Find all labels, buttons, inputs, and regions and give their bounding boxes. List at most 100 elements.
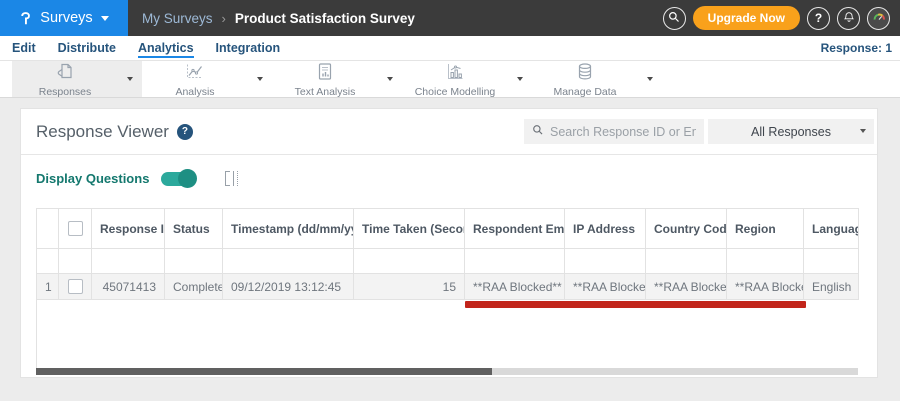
tab-distribute[interactable]: Distribute (58, 41, 116, 55)
col-header-select[interactable] (58, 208, 92, 249)
cell-rownum: 1 (36, 273, 59, 300)
surveys-product-menu[interactable]: Surveys (0, 0, 128, 36)
filter-cell-language[interactable] (803, 248, 859, 274)
col-header-ip[interactable]: IP Address (564, 208, 646, 249)
horizontal-scrollbar-thumb[interactable] (36, 368, 492, 375)
table-header-row: Response ID Status Timestamp (dd/mm/yyyy)⇅… (36, 208, 859, 249)
col-header-email[interactable]: Respondent Email (464, 208, 565, 249)
analysis-icon (185, 63, 205, 85)
cell-ip: **RAA Blocked** (564, 273, 646, 300)
help-button[interactable]: ? (807, 6, 830, 30)
notifications-button[interactable] (837, 6, 860, 30)
search-response-input[interactable] (550, 124, 696, 139)
select-all-checkbox[interactable] (67, 221, 83, 236)
col-header-label: Region (735, 221, 776, 236)
responses-dropdown-caret[interactable] (118, 61, 142, 97)
analysis-dropdown-caret[interactable] (248, 61, 272, 97)
tab-analytics[interactable]: Analytics (137, 41, 194, 58)
user-avatar-button[interactable] (867, 6, 890, 30)
survey-nav-bar: Edit Distribute Analytics Integration Respo… (0, 36, 900, 60)
toolbar-item-manage-data[interactable]: Manage Data (532, 61, 662, 98)
breadcrumb-my-surveys[interactable]: My Surveys (142, 11, 213, 26)
search-button[interactable] (662, 6, 686, 30)
redaction-highlight (465, 301, 806, 308)
col-header-language[interactable]: Language (803, 208, 859, 249)
filter-cell-rownum (36, 248, 59, 274)
toolbar-item-choice-modelling[interactable]: Choice Modelling (402, 61, 532, 98)
filter-cell-region[interactable] (726, 248, 804, 274)
toolbar-item-label: Text Analysis (294, 85, 356, 98)
cell-email: **RAA Blocked** (464, 273, 565, 300)
horizontal-scrollbar[interactable] (36, 368, 858, 375)
row-checkbox[interactable] (67, 279, 83, 294)
filter-cell-timestamp[interactable] (222, 248, 354, 274)
toolbar-item-main[interactable]: Text Analysis (272, 61, 378, 98)
toolbar-item-main[interactable]: Manage Data (532, 61, 638, 98)
tab-edit[interactable]: Edit (12, 41, 36, 55)
response-count-label: Response: 1 (820, 41, 892, 55)
responses-filter-value: All Responses (751, 124, 831, 139)
col-header-label: Country Code (654, 221, 727, 236)
response-viewer-panel: Response Viewer ? All Responses Display … (20, 108, 878, 378)
choice-modelling-dropdown-caret[interactable] (508, 61, 532, 97)
col-header-response_id[interactable]: Response ID (91, 208, 165, 249)
text-analysis-dropdown-caret[interactable] (378, 61, 402, 97)
panel-header: Response Viewer ? All Responses (21, 109, 877, 155)
responses-table: Response ID Status Timestamp (dd/mm/yyyy)⇅… (36, 208, 859, 300)
search-icon (668, 11, 680, 26)
cell-country: **RAA Blocked** (645, 273, 727, 300)
toolbar-item-main[interactable]: Responses (12, 61, 118, 98)
breadcrumb-separator: › (221, 10, 226, 26)
filter-cell-time_taken[interactable] (353, 248, 465, 274)
manage-data-dropdown-caret[interactable] (638, 61, 662, 97)
filter-cell-country[interactable] (645, 248, 727, 274)
toolbar-item-main[interactable]: Choice Modelling (402, 61, 508, 98)
chevron-down-icon (647, 77, 653, 81)
cell-response_id[interactable]: 45071413 (91, 273, 165, 300)
chevron-down-icon (860, 129, 866, 133)
panel-header-actions: All Responses (524, 119, 874, 144)
upgrade-now-button[interactable]: Upgrade Now (692, 6, 800, 30)
col-header-timestamp[interactable]: Timestamp (dd/mm/yyyy)⇅ (222, 208, 354, 249)
col-header-country[interactable]: Country Code (645, 208, 727, 249)
toolbar-item-label: Analysis (175, 85, 215, 98)
response-viewer-help-icon[interactable]: ? (176, 123, 193, 140)
cell-language: English (803, 273, 859, 300)
tab-label: Distribute (57, 41, 116, 55)
table-filter-row (36, 248, 859, 274)
col-header-label: IP Address (573, 221, 636, 236)
cell-timestamp: 09/12/2019 13:12:45 (222, 273, 354, 300)
col-header-region[interactable]: Region (726, 208, 804, 249)
col-header-label: Respondent Email (473, 221, 565, 236)
filter-cell-status[interactable] (164, 248, 223, 274)
filter-cell-ip[interactable] (564, 248, 646, 274)
toolbar-item-responses[interactable]: Responses (12, 61, 142, 98)
toolbar-item-text-analysis[interactable]: Text Analysis (272, 61, 402, 98)
toolbar-item-main[interactable]: Analysis (142, 61, 248, 98)
filter-cell-response_id[interactable] (91, 248, 165, 274)
bar-glyph (233, 171, 235, 186)
tab-label: Analytics (137, 41, 194, 58)
filter-cell-email[interactable] (464, 248, 565, 274)
tab-integration[interactable]: Integration (216, 41, 281, 55)
page-title: Response Viewer (36, 121, 169, 141)
col-header-rownum[interactable] (36, 208, 59, 249)
analytics-toolbar: Responses Analysis Text Analysis Choice Mod… (0, 60, 900, 98)
toolbar-item-label: Choice Modelling (414, 85, 496, 98)
col-header-label: Response ID (100, 221, 165, 236)
product-label: Surveys (40, 10, 93, 26)
col-header-label: Time Taken (Seconds) (362, 221, 464, 236)
freeze-columns-icon[interactable] (225, 171, 239, 186)
toolbar-item-label: Manage Data (553, 85, 617, 98)
toggle-knob (178, 169, 198, 188)
col-header-time_taken[interactable]: Time Taken (Seconds)⇅ (353, 208, 465, 249)
display-questions-toggle[interactable] (161, 169, 198, 188)
manage-data-icon (575, 62, 595, 85)
toolbar-item-analysis[interactable]: Analysis (142, 61, 272, 98)
display-questions-label: Display Questions (36, 171, 150, 186)
top-bar-actions: Upgrade Now ? (662, 6, 900, 30)
text-analysis-icon (315, 62, 335, 85)
col-header-status[interactable]: Status (164, 208, 223, 249)
responses-icon (55, 63, 75, 85)
responses-filter-dropdown[interactable]: All Responses (708, 119, 874, 144)
